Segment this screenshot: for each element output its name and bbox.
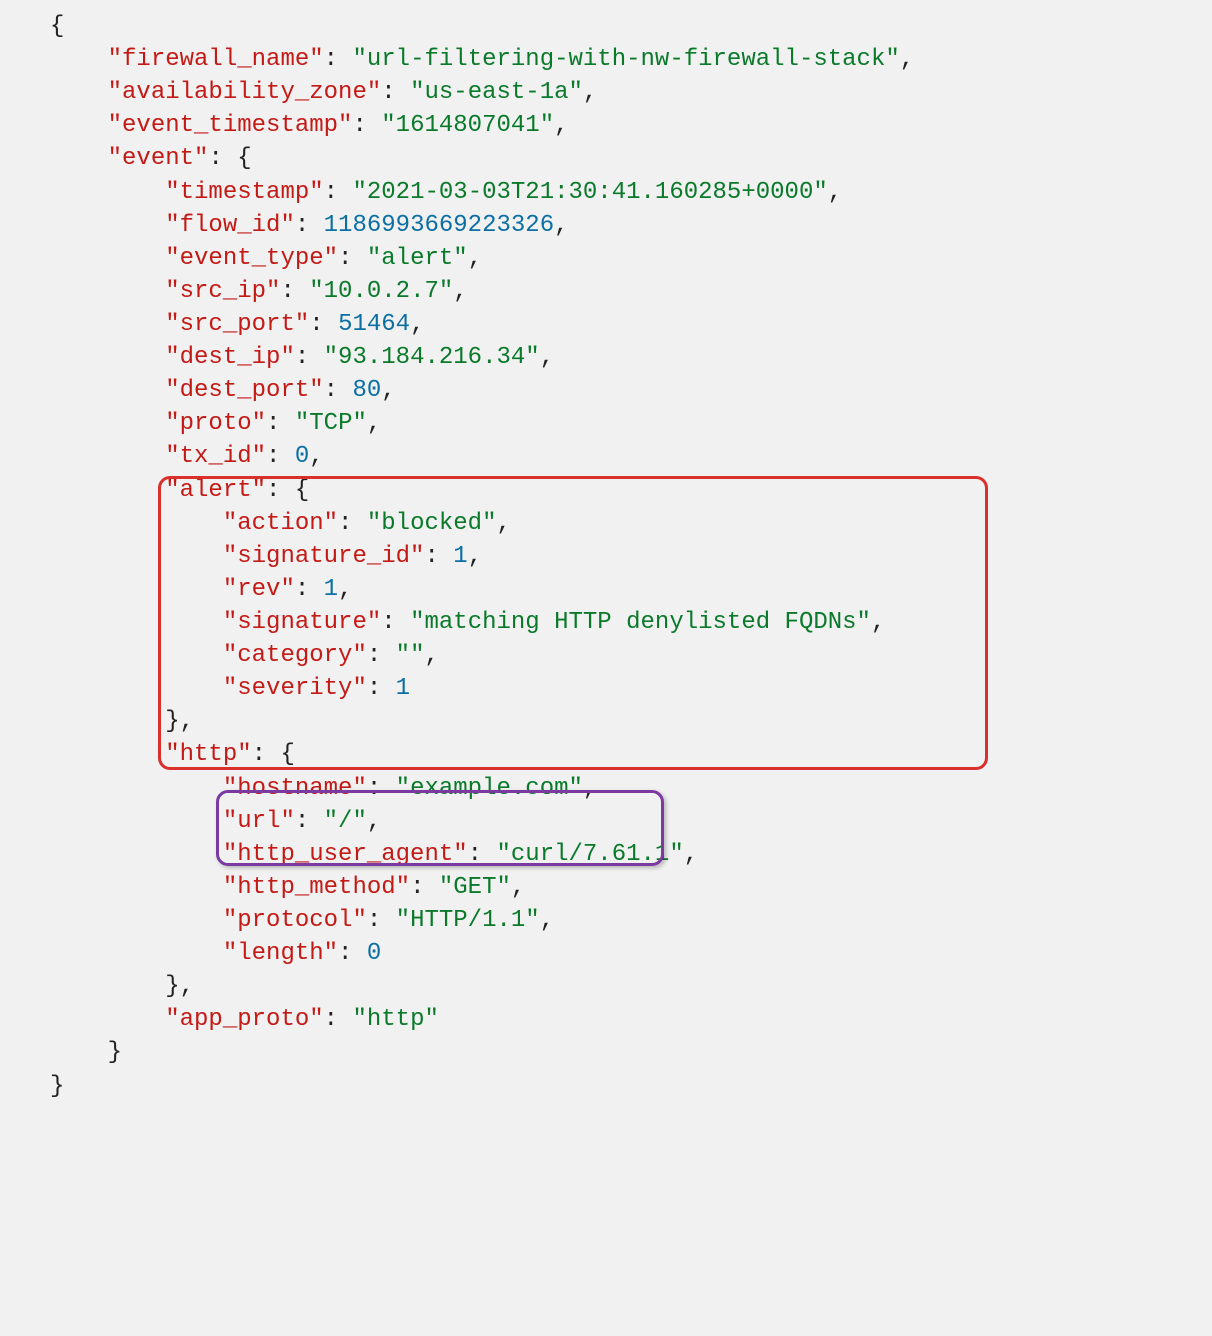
key-signature-id: "signature_id" (223, 543, 425, 570)
key-action: "action" (223, 510, 338, 537)
brace-close: } (50, 1073, 64, 1100)
val-dest-ip: "93.184.216.34" (324, 344, 540, 371)
val-signature: "matching HTTP denylisted FQDNs" (410, 609, 871, 636)
val-app-proto: "http" (352, 1006, 438, 1033)
val-http-method: "GET" (439, 874, 511, 901)
key-signature: "signature" (223, 609, 381, 636)
val-event-type: "alert" (367, 245, 468, 272)
key-event-type: "event_type" (165, 245, 338, 272)
val-src-port: 51464 (338, 311, 410, 338)
key-event-timestamp: "event_timestamp" (108, 112, 353, 139)
key-severity: "severity" (223, 675, 367, 702)
key-hostname: "hostname" (223, 775, 367, 802)
key-timestamp: "timestamp" (165, 179, 323, 206)
key-rev: "rev" (223, 576, 295, 603)
key-dest-port: "dest_port" (165, 377, 323, 404)
key-tx-id: "tx_id" (165, 443, 266, 470)
key-firewall-name: "firewall_name" (108, 46, 324, 73)
key-length: "length" (223, 940, 338, 967)
key-dest-ip: "dest_ip" (165, 344, 295, 371)
val-signature-id: 1 (453, 543, 467, 570)
key-alert: "alert" (165, 477, 266, 504)
key-protocol: "protocol" (223, 907, 367, 934)
brace-open: { (50, 13, 64, 40)
val-hostname: "example.com" (396, 775, 583, 802)
key-category: "category" (223, 642, 367, 669)
val-timestamp: "2021-03-03T21:30:41.160285+0000" (352, 179, 827, 206)
key-url: "url" (223, 808, 295, 835)
key-src-ip: "src_ip" (165, 278, 280, 305)
val-event-timestamp: "1614807041" (381, 112, 554, 139)
val-rev: 1 (324, 576, 338, 603)
key-app-proto: "app_proto" (165, 1006, 323, 1033)
val-dest-port: 80 (352, 377, 381, 404)
val-action: "blocked" (367, 510, 497, 537)
val-availability-zone: "us-east-1a" (410, 79, 583, 106)
val-url: "/" (324, 808, 367, 835)
key-http: "http" (165, 741, 251, 768)
val-proto: "TCP" (295, 410, 367, 437)
val-length: 0 (367, 940, 381, 967)
key-http-user-agent: "http_user_agent" (223, 841, 468, 868)
key-event: "event" (108, 145, 209, 172)
key-src-port: "src_port" (165, 311, 309, 338)
val-src-ip: "10.0.2.7" (309, 278, 453, 305)
val-firewall-name: "url-filtering-with-nw-firewall-stack" (352, 46, 899, 73)
json-code-block: { "firewall_name": "url-filtering-with-n… (0, 0, 1212, 1169)
key-proto: "proto" (165, 410, 266, 437)
key-availability-zone: "availability_zone" (108, 79, 382, 106)
key-http-method: "http_method" (223, 874, 410, 901)
val-category: "" (396, 642, 425, 669)
val-severity: 1 (396, 675, 410, 702)
val-http-user-agent: "curl/7.61.1" (496, 841, 683, 868)
key-flow-id: "flow_id" (165, 212, 295, 239)
val-flow-id: 1186993669223326 (324, 212, 554, 239)
val-tx-id: 0 (295, 443, 309, 470)
val-protocol: "HTTP/1.1" (396, 907, 540, 934)
